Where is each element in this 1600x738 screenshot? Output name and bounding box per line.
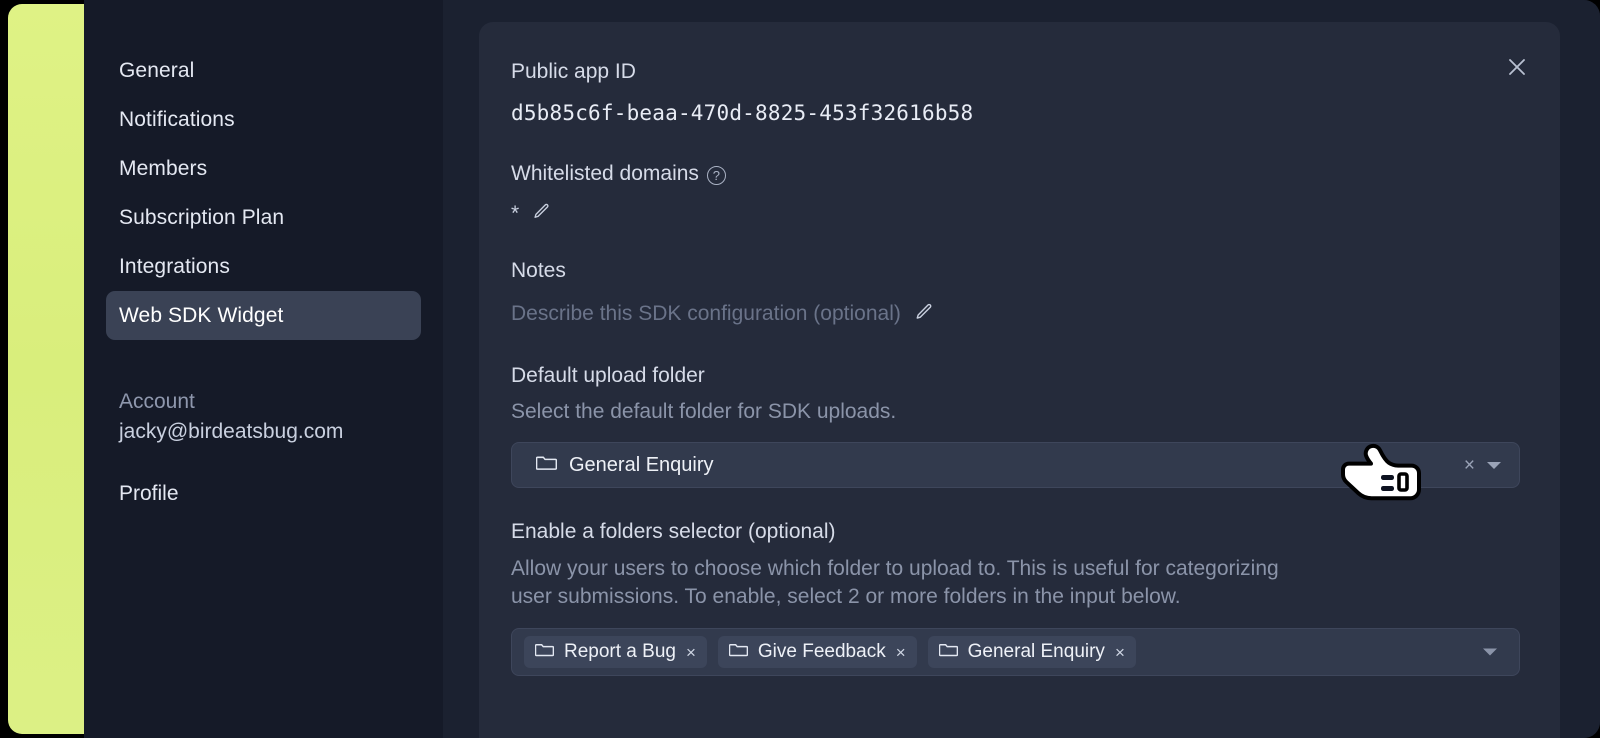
notes-field: Notes Describe this SDK configuration (o… (511, 257, 1520, 328)
folder-icon (534, 641, 555, 663)
folders-selector-label: Enable a folders selector (optional) (511, 520, 836, 543)
sidebar-item-label: General (119, 58, 195, 82)
default-upload-folder-label: Default upload folder (511, 364, 705, 387)
sidebar-item-integrations[interactable]: Integrations (106, 242, 421, 291)
folders-selector-field: Enable a folders selector (optional) All… (511, 518, 1520, 676)
public-app-id-value: d5b85c6f-beaa-470d-8825-453f32616b58 (511, 101, 974, 125)
sidebar-item-profile[interactable]: Profile (106, 479, 421, 509)
whitelisted-domains-label: Whitelisted domains ? (511, 160, 1520, 188)
clear-selection-icon[interactable]: × (1462, 456, 1477, 475)
remove-tag-icon[interactable]: × (896, 644, 906, 661)
folder-tag-label: General Enquiry (967, 641, 1105, 662)
account-block: Account jacky@birdeatsbug.com (106, 387, 421, 447)
chevron-down-icon[interactable] (1487, 461, 1501, 469)
sidebar-item-label: Web SDK Widget (119, 303, 284, 327)
settings-sidebar: General Notifications Members Subscripti… (84, 0, 443, 738)
whitelisted-domains-field: Whitelisted domains ? * (511, 160, 1520, 226)
sidebar-item-label: Subscription Plan (119, 205, 285, 229)
sidebar-item-notifications[interactable]: Notifications (106, 95, 421, 144)
default-upload-folder-field: Default upload folder Select the default… (511, 362, 1520, 488)
folder-icon (535, 453, 558, 477)
content-area: Public app ID d5b85c6f-beaa-470d-8825-45… (443, 0, 1600, 738)
sidebar-item-members[interactable]: Members (106, 144, 421, 193)
sidebar-item-subscription-plan[interactable]: Subscription Plan (106, 193, 421, 242)
folders-selector-description: Allow your users to choose which folder … (511, 557, 1279, 608)
default-upload-folder-description: Select the default folder for SDK upload… (511, 400, 897, 423)
default-upload-folder-select[interactable]: General Enquiry × (511, 442, 1520, 488)
pencil-icon[interactable] (532, 202, 551, 226)
sidebar-item-general[interactable]: General (106, 46, 421, 95)
notes-value-row[interactable]: Describe this SDK configuration (optiona… (511, 300, 1520, 328)
sidebar-item-web-sdk-widget[interactable]: Web SDK Widget (106, 291, 421, 340)
whitelisted-domains-value: * (511, 202, 520, 225)
remove-tag-icon[interactable]: × (1115, 644, 1125, 661)
sidebar-item-label: Members (119, 156, 208, 180)
remove-tag-icon[interactable]: × (686, 644, 696, 661)
account-label: Account (119, 390, 195, 413)
question-mark-circle-icon[interactable]: ? (706, 165, 726, 185)
default-upload-folder-selected-label: General Enquiry (569, 453, 714, 476)
accent-strip (8, 4, 84, 734)
folder-tag[interactable]: Report a Bug × (524, 636, 707, 668)
pencil-icon[interactable] (914, 302, 934, 327)
folder-tag-label: Give Feedback (757, 641, 886, 662)
notes-label: Notes (511, 259, 566, 282)
folder-tag[interactable]: General Enquiry × (927, 636, 1136, 668)
default-upload-folder-actions: × (1462, 443, 1501, 487)
folder-icon (728, 641, 749, 663)
folder-tag[interactable]: Give Feedback × (717, 636, 917, 668)
sidebar-item-label: Integrations (119, 254, 230, 278)
whitelisted-domains-label-text: Whitelisted domains (511, 162, 699, 185)
account-email: jacky@birdeatsbug.com (119, 420, 344, 443)
public-app-id-label: Public app ID (511, 60, 636, 83)
web-sdk-settings-panel: Public app ID d5b85c6f-beaa-470d-8825-45… (479, 22, 1560, 738)
whitelisted-domains-value-row: * (511, 202, 1520, 226)
close-icon[interactable] (1500, 50, 1534, 84)
folder-tag-label: Report a Bug (564, 641, 676, 662)
sidebar-nav-list: General Notifications Members Subscripti… (84, 46, 443, 340)
app-root: General Notifications Members Subscripti… (0, 0, 1600, 738)
folder-icon (938, 641, 958, 663)
public-app-id-field: Public app ID d5b85c6f-beaa-470d-8825-45… (511, 58, 1520, 127)
sidebar-item-label: Profile (119, 482, 179, 505)
chevron-down-icon[interactable] (1483, 648, 1497, 656)
sidebar-item-label: Notifications (119, 107, 235, 131)
folders-multiselect[interactable]: Report a Bug × Give Feedback × General E… (511, 628, 1520, 676)
default-upload-folder-selected: General Enquiry (535, 453, 714, 477)
app-shell: General Notifications Members Subscripti… (84, 0, 1600, 738)
notes-placeholder: Describe this SDK configuration (optiona… (511, 302, 901, 325)
